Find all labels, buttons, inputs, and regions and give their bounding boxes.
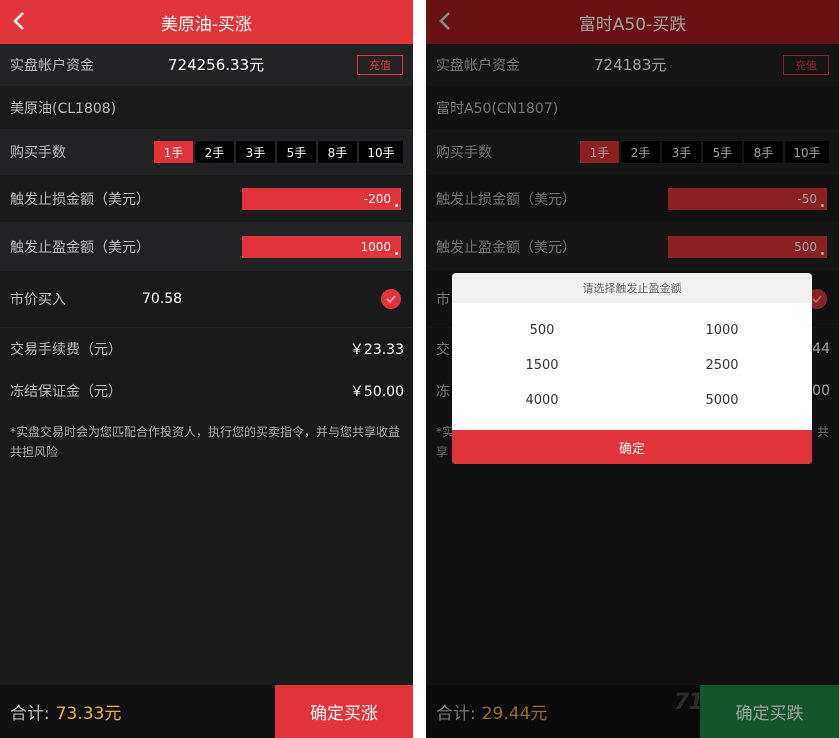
lot-option-10[interactable]: 10手 [359,141,403,163]
back-arrow-icon[interactable] [12,10,34,34]
lot-option-1[interactable]: 1手 [154,141,193,163]
product-row: 富时A50(CN1807) [426,86,839,130]
lot-option-8[interactable]: 8手 [318,141,357,163]
margin-label: 冻结保证金（元） [10,384,122,400]
checkmark-icon[interactable] [381,289,401,309]
stop-loss-value: -50 [797,191,817,206]
take-profit-picker-modal: 请选择触发止盈金额 500 1000 1500 2500 4000 5000 确… [452,273,812,464]
take-profit-row: 触发止盈金额（美元） 1000 [0,223,413,271]
header-bar: 美原油-买涨 [0,0,413,44]
take-profit-selector[interactable]: 500 [668,235,827,258]
lot-option-10[interactable]: 10手 [785,141,829,163]
dropdown-dot-icon [395,251,398,255]
back-arrow-icon[interactable] [438,10,460,34]
lot-option-5[interactable]: 5手 [277,141,316,163]
lots-label: 购买手数 [10,145,66,161]
product-code: 富时A50(CN1807) [436,100,559,117]
modal-option-500[interactable]: 500 [452,313,632,348]
lots-selector: 1手 2手 3手 5手 8手 10手 [580,141,829,163]
lot-option-3[interactable]: 3手 [236,141,275,163]
account-row: 实盘帐户资金 724183元 充值 [426,44,839,86]
account-label: 实盘帐户资金 [436,57,520,74]
total-value: 73.33元 [55,704,122,724]
take-profit-label: 触发止盈金额（美元） [436,239,576,256]
stop-loss-label: 触发止损金额（美元） [436,191,576,208]
take-profit-row: 触发止盈金额（美元） 500 [426,223,839,271]
lot-option-1[interactable]: 1手 [580,141,619,163]
page-title: 美原油-买涨 [160,14,253,35]
margin-label: 冻 [436,384,450,400]
total-label: 合计: [10,704,50,724]
lots-selector: 1手 2手 3手 5手 8手 10手 [154,141,403,163]
header-bar: 富时A50-买跌 [426,0,839,44]
account-value: 724256.33元 [168,56,265,74]
dropdown-dot-icon [395,203,398,207]
modal-option-4000[interactable]: 4000 [452,383,632,418]
dropdown-dot-icon [821,251,824,255]
fee-label: 交 [436,342,450,358]
modal-options: 500 1000 1500 2500 4000 5000 [452,303,812,418]
margin-value: ￥50.00 [349,384,404,400]
modal-confirm-button[interactable]: 确定 [452,430,812,464]
margin-row: 冻结保证金（元） ￥50.00 [0,370,413,412]
lot-option-2[interactable]: 2手 [621,141,660,163]
margin-value: 00 [812,383,830,399]
recharge-button[interactable]: 充值 [783,54,829,75]
modal-option-1000[interactable]: 1000 [632,313,812,348]
product-row: 美原油(CL1808) [0,86,413,130]
confirm-buy-down-button[interactable]: 确定买跌 [700,685,839,738]
take-profit-value: 500 [794,239,817,254]
stop-loss-selector[interactable]: -200 [242,187,401,210]
account-label: 实盘帐户资金 [10,57,94,74]
take-profit-selector[interactable]: 1000 [242,235,401,258]
total-label: 合计: [436,704,476,724]
fee-value: ￥23.33 [349,342,404,358]
product-code: 美原油(CL1808) [10,100,117,117]
market-buy-price: 70.58 [142,291,183,307]
account-row: 实盘帐户资金 724256.33元 充值 [0,44,413,86]
stop-loss-row: 触发止损金额（美元） -200 [0,175,413,223]
total-value: 29.44元 [481,704,548,724]
stop-loss-row: 触发止损金额（美元） -50 [426,175,839,223]
recharge-button[interactable]: 充值 [357,54,403,75]
stop-loss-value: -200 [363,191,391,206]
fee-label: 交易手续费（元） [10,342,122,358]
stop-loss-label: 触发止损金额（美元） [10,191,150,208]
take-profit-label: 触发止盈金额（美元） [10,239,150,256]
market-buy-label: 市价买入 [10,292,66,308]
lots-row: 购买手数 1手 2手 3手 5手 8手 10手 [426,130,839,175]
order-footer: 合计: 73.33元 确定买涨 [0,685,413,738]
market-buy-label: 市 [436,292,450,308]
confirm-buy-up-button[interactable]: 确定买涨 [275,685,413,738]
modal-option-5000[interactable]: 5000 [632,383,812,418]
market-buy-row: 市价买入 70.58 [0,271,413,328]
disclaimer-text: *实盘交易时会为您匹配合作投资人，执行您的买卖指令，并与您共享收益共担风险 [10,425,401,459]
lot-option-2[interactable]: 2手 [195,141,234,163]
take-profit-value: 1000 [360,239,391,254]
fee-row: 交易手续费（元） ￥23.33 [0,328,413,370]
order-screen-buy-up: 美原油-买涨 实盘帐户资金 724256.33元 充值 美原油(CL1808) … [0,0,413,738]
modal-title: 请选择触发止盈金额 [452,273,812,303]
account-value: 724183元 [594,56,667,74]
page-title: 富时A50-买跌 [578,14,687,35]
dropdown-dot-icon [821,203,824,207]
lots-label: 购买手数 [436,145,492,161]
stop-loss-selector[interactable]: -50 [668,187,827,210]
modal-option-1500[interactable]: 1500 [452,348,632,383]
order-screen-buy-down: 富时A50-买跌 实盘帐户资金 724183元 充值 富时A50(CN1807)… [426,0,839,738]
order-footer: 合计: 29.44元 确定买跌 [426,685,839,738]
modal-option-2500[interactable]: 2500 [632,348,812,383]
disclaimer-line-1-end: 共 [816,425,829,439]
watermark-logo: 71 [674,690,704,715]
lots-row: 购买手数 1手 2手 3手 5手 8手 10手 [0,130,413,175]
lot-option-3[interactable]: 3手 [662,141,701,163]
fee-value: 44 [812,341,830,357]
lot-option-5[interactable]: 5手 [703,141,742,163]
lot-option-8[interactable]: 8手 [744,141,783,163]
